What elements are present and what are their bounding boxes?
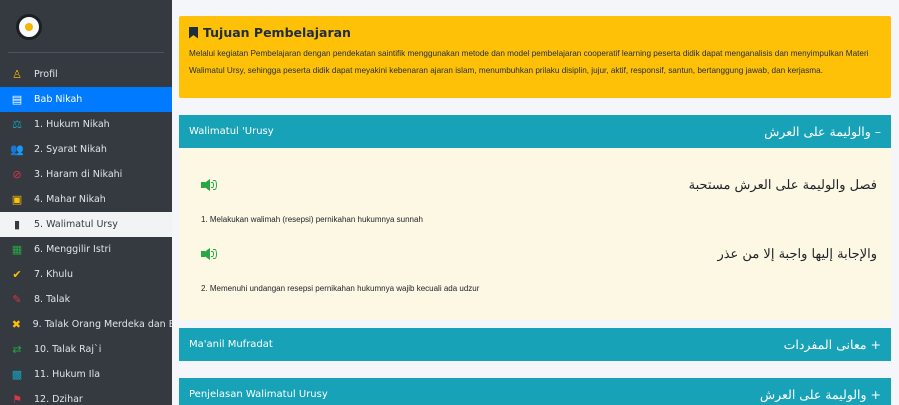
logo[interactable] <box>16 14 42 40</box>
objective-title: Tujuan Pembelajaran <box>189 25 881 40</box>
sidebar-item-talak-orang-merdeka[interactable]: ✖ 9. Talak Orang Merdeka dan Bud <box>0 312 172 337</box>
users-icon: 👥 <box>10 143 24 156</box>
objective-text: Melalui kegiatan Pembelajaran dengan pen… <box>189 49 869 75</box>
user-icon: ♙ <box>12 68 22 81</box>
objective-callout: Tujuan Pembelajaran Melalui kegiatan Pem… <box>179 16 891 98</box>
sidebar-item-label: 11. Hukum Ila <box>34 369 101 380</box>
sidebar-item-hukum-nikah[interactable]: ⚖ 1. Hukum Nikah <box>0 112 172 137</box>
sidebar-item-label: 10. Talak Raj`i <box>34 344 102 355</box>
check-icon: ✔ <box>12 268 22 281</box>
book-icon: ▤ <box>11 93 23 106</box>
sidebar-item-label: 7. Khulu <box>34 269 74 280</box>
card-header-mufradat[interactable]: Ma'anil Mufradat + معانى المفردات <box>179 328 891 361</box>
sidebar-item-walimatul-ursy[interactable]: ▮ 5. Walimatul Ursy <box>0 212 172 237</box>
speaker-icon[interactable] <box>201 179 217 191</box>
money-icon: ▦ <box>11 243 23 256</box>
calendar-icon: ▩ <box>11 368 23 381</box>
sidebar-item-bab-nikah[interactable]: ▤ Bab Nikah <box>0 87 172 112</box>
card-penjelasan: Penjelasan Walimatul Urusy + والوليمة عل… <box>179 378 891 405</box>
times-icon: ✖ <box>11 318 21 331</box>
sidebar-item-label: Bab Nikah <box>34 94 83 105</box>
entry-translation: 1. Melakukan walimah (resepsi) pernikaha… <box>201 215 423 224</box>
sidebar-item-label: 6. Menggilir Istri <box>34 244 112 255</box>
entry-arabic-row: فصل والوليمة على العرش مستحبة <box>179 173 891 197</box>
sidebar-item-profil[interactable]: ♙ Profil <box>0 62 172 87</box>
bookmark-icon: ▮ <box>13 218 21 231</box>
app: ♙ Profil ▤ Bab Nikah ⚖ 1. Hukum Nikah 👥 … <box>0 0 899 405</box>
sidebar-item-mahar-nikah[interactable]: ▣ 4. Mahar Nikah <box>0 187 172 212</box>
sidebar-item-label: 9. Talak Orang Merdeka dan Bud <box>32 319 172 330</box>
exchange-icon: ⇄ <box>12 343 22 356</box>
card-body-walimatul: فصل والوليمة على العرش مستحبة 1. Melakuk… <box>179 148 891 320</box>
sidebar-item-label: 8. Talak <box>34 294 71 305</box>
sidebar-item-khulu[interactable]: ✔ 7. Khulu <box>0 262 172 287</box>
card-arabic-title: + معانى المفردات <box>783 337 881 352</box>
card-walimatul-urusy: Walimatul 'Urusy – والوليمة على العرش فص… <box>179 115 891 320</box>
card-arabic-title: – والوليمة على العرش <box>764 124 881 139</box>
entry-arabic: فصل والوليمة على العرش مستحبة <box>688 177 877 193</box>
speaker-icon[interactable] <box>201 248 217 260</box>
bookmark-icon <box>189 26 198 39</box>
sidebar-item-label: 4. Mahar Nikah <box>34 194 106 205</box>
sidebar-divider <box>8 52 164 53</box>
entry-translation: 2. Memenuhi undangan resepsi pernikahan … <box>201 284 480 293</box>
entry-arabic-row: والإجابة إليها واجبة إلا من عذر <box>179 242 891 266</box>
sidebar: ♙ Profil ▤ Bab Nikah ⚖ 1. Hukum Nikah 👥 … <box>0 0 172 405</box>
sidebar-item-haram-di-nikahi[interactable]: ⊘ 3. Haram di Nikahi <box>0 162 172 187</box>
balance-scale-icon: ⚖ <box>12 118 22 131</box>
card-header-penjelasan[interactable]: Penjelasan Walimatul Urusy + والوليمة عل… <box>179 378 891 405</box>
sidebar-item-label: 3. Haram di Nikahi <box>34 169 123 180</box>
card-title: Ma'anil Mufradat <box>189 339 273 350</box>
slash-icon: ⚑ <box>12 393 22 405</box>
card-title: Walimatul 'Urusy <box>189 126 274 137</box>
objective-title-text: Tujuan Pembelajaran <box>203 25 351 40</box>
sidebar-item-label: Profil <box>34 69 58 80</box>
main-content: Tujuan Pembelajaran Melalui kegiatan Pem… <box>172 0 899 405</box>
sidebar-item-label: 1. Hukum Nikah <box>34 119 110 130</box>
card-maanil-mufradat: Ma'anil Mufradat + معانى المفردات <box>179 328 891 361</box>
sidebar-item-talak[interactable]: ✎ 8. Talak <box>0 287 172 312</box>
sidebar-item-label: 12. Dzihar <box>34 394 83 405</box>
feather-icon: ✎ <box>12 293 22 306</box>
sidebar-item-dzihar[interactable]: ⚑ 12. Dzihar <box>0 387 172 405</box>
ban-icon: ⊘ <box>12 168 22 181</box>
sidebar-item-label: 2. Syarat Nikah <box>34 144 107 155</box>
card-header-walimatul[interactable]: Walimatul 'Urusy – والوليمة على العرش <box>179 115 891 148</box>
sidebar-item-hukum-ila[interactable]: ▩ 11. Hukum Ila <box>0 362 172 387</box>
sidebar-item-menggilir-istri[interactable]: ▦ 6. Menggilir Istri <box>0 237 172 262</box>
card-title: Penjelasan Walimatul Urusy <box>189 389 328 400</box>
sidebar-item-label: 5. Walimatul Ursy <box>34 219 118 230</box>
card-arabic-title: + والوليمة على العرش <box>759 387 881 402</box>
gift-icon: ▣ <box>11 193 23 206</box>
entry-arabic: والإجابة إليها واجبة إلا من عذر <box>717 246 877 262</box>
sidebar-item-talak-raji[interactable]: ⇄ 10. Talak Raj`i <box>0 337 172 362</box>
sidebar-item-syarat-nikah[interactable]: 👥 2. Syarat Nikah <box>0 137 172 162</box>
sidebar-menu: ♙ Profil ▤ Bab Nikah ⚖ 1. Hukum Nikah 👥 … <box>0 62 172 405</box>
